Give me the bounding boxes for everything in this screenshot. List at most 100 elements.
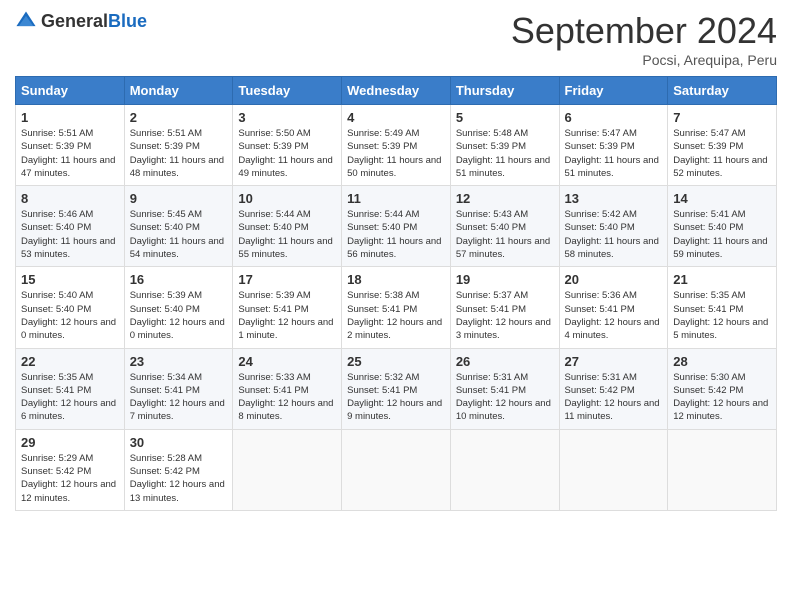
day-number: 28 <box>673 354 771 369</box>
calendar-cell: 18 Sunrise: 5:38 AM Sunset: 5:41 PM Dayl… <box>342 267 451 348</box>
day-number: 26 <box>456 354 554 369</box>
column-header-saturday: Saturday <box>668 77 777 105</box>
calendar-cell <box>342 429 451 510</box>
day-number: 24 <box>238 354 336 369</box>
day-info: Sunrise: 5:44 AM Sunset: 5:40 PM Dayligh… <box>238 208 336 261</box>
calendar-cell: 9 Sunrise: 5:45 AM Sunset: 5:40 PM Dayli… <box>124 186 233 267</box>
day-info: Sunrise: 5:35 AM Sunset: 5:41 PM Dayligh… <box>21 371 119 424</box>
column-header-tuesday: Tuesday <box>233 77 342 105</box>
day-info: Sunrise: 5:32 AM Sunset: 5:41 PM Dayligh… <box>347 371 445 424</box>
calendar-week-row: 8 Sunrise: 5:46 AM Sunset: 5:40 PM Dayli… <box>16 186 777 267</box>
page-header: GeneralBlue September 2024 Pocsi, Arequi… <box>15 10 777 68</box>
calendar-cell: 16 Sunrise: 5:39 AM Sunset: 5:40 PM Dayl… <box>124 267 233 348</box>
calendar-cell <box>233 429 342 510</box>
day-info: Sunrise: 5:40 AM Sunset: 5:40 PM Dayligh… <box>21 289 119 342</box>
day-number: 30 <box>130 435 228 450</box>
day-info: Sunrise: 5:35 AM Sunset: 5:41 PM Dayligh… <box>673 289 771 342</box>
calendar-cell: 25 Sunrise: 5:32 AM Sunset: 5:41 PM Dayl… <box>342 348 451 429</box>
month-year: September 2024 <box>511 10 777 52</box>
column-header-friday: Friday <box>559 77 668 105</box>
day-number: 21 <box>673 272 771 287</box>
day-info: Sunrise: 5:45 AM Sunset: 5:40 PM Dayligh… <box>130 208 228 261</box>
calendar-cell: 6 Sunrise: 5:47 AM Sunset: 5:39 PM Dayli… <box>559 105 668 186</box>
day-number: 7 <box>673 110 771 125</box>
column-header-monday: Monday <box>124 77 233 105</box>
location: Pocsi, Arequipa, Peru <box>511 52 777 68</box>
day-number: 10 <box>238 191 336 206</box>
calendar-header-row: SundayMondayTuesdayWednesdayThursdayFrid… <box>16 77 777 105</box>
day-info: Sunrise: 5:30 AM Sunset: 5:42 PM Dayligh… <box>673 371 771 424</box>
calendar-cell: 27 Sunrise: 5:31 AM Sunset: 5:42 PM Dayl… <box>559 348 668 429</box>
day-info: Sunrise: 5:48 AM Sunset: 5:39 PM Dayligh… <box>456 127 554 180</box>
calendar-cell: 24 Sunrise: 5:33 AM Sunset: 5:41 PM Dayl… <box>233 348 342 429</box>
day-info: Sunrise: 5:47 AM Sunset: 5:39 PM Dayligh… <box>565 127 663 180</box>
calendar-cell: 13 Sunrise: 5:42 AM Sunset: 5:40 PM Dayl… <box>559 186 668 267</box>
day-number: 12 <box>456 191 554 206</box>
day-number: 6 <box>565 110 663 125</box>
day-number: 9 <box>130 191 228 206</box>
day-info: Sunrise: 5:39 AM Sunset: 5:41 PM Dayligh… <box>238 289 336 342</box>
day-number: 25 <box>347 354 445 369</box>
calendar-cell: 26 Sunrise: 5:31 AM Sunset: 5:41 PM Dayl… <box>450 348 559 429</box>
day-info: Sunrise: 5:28 AM Sunset: 5:42 PM Dayligh… <box>130 452 228 505</box>
day-number: 18 <box>347 272 445 287</box>
calendar-cell: 14 Sunrise: 5:41 AM Sunset: 5:40 PM Dayl… <box>668 186 777 267</box>
day-number: 19 <box>456 272 554 287</box>
title-section: September 2024 Pocsi, Arequipa, Peru <box>511 10 777 68</box>
day-number: 11 <box>347 191 445 206</box>
day-info: Sunrise: 5:47 AM Sunset: 5:39 PM Dayligh… <box>673 127 771 180</box>
calendar-cell: 12 Sunrise: 5:43 AM Sunset: 5:40 PM Dayl… <box>450 186 559 267</box>
calendar-cell: 8 Sunrise: 5:46 AM Sunset: 5:40 PM Dayli… <box>16 186 125 267</box>
day-info: Sunrise: 5:36 AM Sunset: 5:41 PM Dayligh… <box>565 289 663 342</box>
calendar-week-row: 15 Sunrise: 5:40 AM Sunset: 5:40 PM Dayl… <box>16 267 777 348</box>
day-info: Sunrise: 5:44 AM Sunset: 5:40 PM Dayligh… <box>347 208 445 261</box>
day-number: 4 <box>347 110 445 125</box>
day-number: 22 <box>21 354 119 369</box>
calendar-cell: 17 Sunrise: 5:39 AM Sunset: 5:41 PM Dayl… <box>233 267 342 348</box>
day-info: Sunrise: 5:34 AM Sunset: 5:41 PM Dayligh… <box>130 371 228 424</box>
calendar-cell: 28 Sunrise: 5:30 AM Sunset: 5:42 PM Dayl… <box>668 348 777 429</box>
day-info: Sunrise: 5:51 AM Sunset: 5:39 PM Dayligh… <box>130 127 228 180</box>
day-info: Sunrise: 5:41 AM Sunset: 5:40 PM Dayligh… <box>673 208 771 261</box>
calendar-cell <box>450 429 559 510</box>
calendar-cell: 2 Sunrise: 5:51 AM Sunset: 5:39 PM Dayli… <box>124 105 233 186</box>
calendar-cell: 11 Sunrise: 5:44 AM Sunset: 5:40 PM Dayl… <box>342 186 451 267</box>
calendar-cell: 19 Sunrise: 5:37 AM Sunset: 5:41 PM Dayl… <box>450 267 559 348</box>
day-number: 3 <box>238 110 336 125</box>
calendar-cell: 21 Sunrise: 5:35 AM Sunset: 5:41 PM Dayl… <box>668 267 777 348</box>
day-number: 17 <box>238 272 336 287</box>
day-number: 5 <box>456 110 554 125</box>
column-header-wednesday: Wednesday <box>342 77 451 105</box>
day-info: Sunrise: 5:46 AM Sunset: 5:40 PM Dayligh… <box>21 208 119 261</box>
day-number: 16 <box>130 272 228 287</box>
day-info: Sunrise: 5:43 AM Sunset: 5:40 PM Dayligh… <box>456 208 554 261</box>
calendar-cell: 10 Sunrise: 5:44 AM Sunset: 5:40 PM Dayl… <box>233 186 342 267</box>
day-info: Sunrise: 5:51 AM Sunset: 5:39 PM Dayligh… <box>21 127 119 180</box>
day-number: 20 <box>565 272 663 287</box>
day-number: 29 <box>21 435 119 450</box>
day-info: Sunrise: 5:31 AM Sunset: 5:41 PM Dayligh… <box>456 371 554 424</box>
calendar-cell: 1 Sunrise: 5:51 AM Sunset: 5:39 PM Dayli… <box>16 105 125 186</box>
calendar-week-row: 29 Sunrise: 5:29 AM Sunset: 5:42 PM Dayl… <box>16 429 777 510</box>
day-info: Sunrise: 5:50 AM Sunset: 5:39 PM Dayligh… <box>238 127 336 180</box>
day-number: 14 <box>673 191 771 206</box>
day-number: 1 <box>21 110 119 125</box>
day-info: Sunrise: 5:49 AM Sunset: 5:39 PM Dayligh… <box>347 127 445 180</box>
day-info: Sunrise: 5:37 AM Sunset: 5:41 PM Dayligh… <box>456 289 554 342</box>
day-info: Sunrise: 5:31 AM Sunset: 5:42 PM Dayligh… <box>565 371 663 424</box>
calendar-cell: 29 Sunrise: 5:29 AM Sunset: 5:42 PM Dayl… <box>16 429 125 510</box>
calendar-cell: 3 Sunrise: 5:50 AM Sunset: 5:39 PM Dayli… <box>233 105 342 186</box>
calendar-cell: 20 Sunrise: 5:36 AM Sunset: 5:41 PM Dayl… <box>559 267 668 348</box>
logo: GeneralBlue <box>15 10 147 32</box>
calendar-cell: 22 Sunrise: 5:35 AM Sunset: 5:41 PM Dayl… <box>16 348 125 429</box>
calendar-table: SundayMondayTuesdayWednesdayThursdayFrid… <box>15 76 777 511</box>
calendar-cell: 7 Sunrise: 5:47 AM Sunset: 5:39 PM Dayli… <box>668 105 777 186</box>
day-info: Sunrise: 5:29 AM Sunset: 5:42 PM Dayligh… <box>21 452 119 505</box>
calendar-cell <box>668 429 777 510</box>
day-info: Sunrise: 5:33 AM Sunset: 5:41 PM Dayligh… <box>238 371 336 424</box>
day-info: Sunrise: 5:38 AM Sunset: 5:41 PM Dayligh… <box>347 289 445 342</box>
day-number: 2 <box>130 110 228 125</box>
calendar-week-row: 22 Sunrise: 5:35 AM Sunset: 5:41 PM Dayl… <box>16 348 777 429</box>
day-info: Sunrise: 5:39 AM Sunset: 5:40 PM Dayligh… <box>130 289 228 342</box>
calendar-cell: 23 Sunrise: 5:34 AM Sunset: 5:41 PM Dayl… <box>124 348 233 429</box>
